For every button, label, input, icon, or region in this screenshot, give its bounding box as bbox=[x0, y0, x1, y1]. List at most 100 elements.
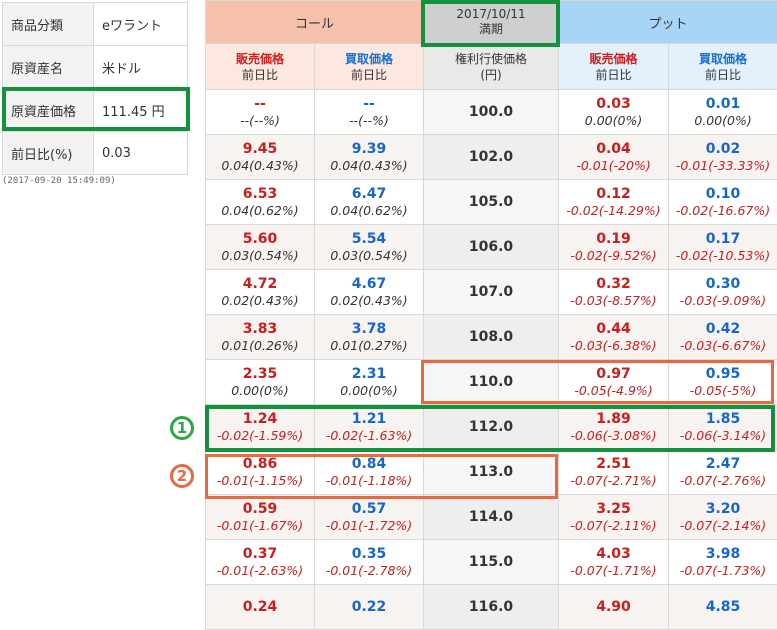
table-row: 3.830.01(0.26%)3.780.01(0.27%)108.00.44-… bbox=[206, 315, 777, 360]
strike-price-header: 権利行使価格 (円) bbox=[424, 44, 559, 90]
price-value: 0.22 bbox=[315, 599, 423, 616]
put-sell-cell: 3.25-0.07(-2.11%) bbox=[559, 495, 669, 540]
call-sell-cell: 4.720.02(0.43%) bbox=[206, 270, 315, 315]
change-value: -0.01(-33.33%) bbox=[669, 158, 777, 174]
price-value: 0.59 bbox=[206, 501, 314, 518]
price-value: 3.78 bbox=[315, 321, 423, 338]
change-value: -0.03(-8.57%) bbox=[559, 293, 668, 309]
change-value: -0.01(-1.67%) bbox=[206, 518, 314, 534]
call-buy-cell: 2.310.00(0%) bbox=[315, 360, 424, 405]
call-sell-cell: 3.830.01(0.26%) bbox=[206, 315, 315, 360]
change-value: 0.03(0.54%) bbox=[315, 248, 423, 264]
call-buy-cell: 5.540.03(0.54%) bbox=[315, 225, 424, 270]
update-timestamp: (2017-09-20 15:49:09) bbox=[2, 176, 116, 186]
price-value: 4.03 bbox=[559, 546, 668, 563]
change-value: 0.04(0.43%) bbox=[206, 158, 314, 174]
change-value: -0.03(-9.09%) bbox=[669, 293, 777, 309]
put-buy-cell: 0.17-0.02(-10.53%) bbox=[669, 225, 777, 270]
call-sell-cell: 2.350.00(0%) bbox=[206, 360, 315, 405]
price-value: 0.30 bbox=[669, 276, 777, 293]
strike-cell: 116.0 bbox=[424, 585, 559, 630]
info-row-prev-day-change: 前日比(%) 0.03 bbox=[3, 132, 188, 175]
table-row: 4.720.02(0.43%)4.670.02(0.43%)107.00.32-… bbox=[206, 270, 777, 315]
strike-cell: 106.0 bbox=[424, 225, 559, 270]
table-row: 0.37-0.01(-2.63%)0.35-0.01(-2.78%)115.04… bbox=[206, 540, 777, 585]
call-buy-cell: 0.57-0.01(-1.72%) bbox=[315, 495, 424, 540]
price-value: 0.03 bbox=[559, 96, 668, 113]
change-value: 0.00(0%) bbox=[559, 113, 668, 129]
atm-row-highlight bbox=[421, 360, 774, 404]
put-buy-cell: 2.47-0.07(-2.76%) bbox=[669, 450, 777, 495]
change-value: 0.03(0.54%) bbox=[206, 248, 314, 264]
change-value: -0.02(-16.67%) bbox=[669, 203, 777, 219]
call-buy-price-header: 買取価格 前日比 bbox=[315, 44, 424, 90]
sell-price-label: 販売価格 bbox=[559, 51, 668, 67]
call-sell-cell: 0.24 bbox=[206, 585, 315, 630]
marker-1-icon: 1 bbox=[170, 416, 194, 440]
table-row: ----(--%)----(--%) 100.00.030.00(0%)0.010… bbox=[206, 90, 777, 135]
price-value: 2.31 bbox=[315, 366, 423, 383]
buy-price-label: 買取価格 bbox=[669, 51, 777, 67]
change-value: 0.00(0%) bbox=[669, 113, 777, 129]
change-value: -0.03(-6.67%) bbox=[669, 338, 777, 354]
change-value: -0.03(-6.38%) bbox=[559, 338, 668, 354]
change-value: 0.04(0.43%) bbox=[315, 158, 423, 174]
price-value: 0.24 bbox=[206, 599, 314, 616]
prev-day-label: 前日比 bbox=[559, 67, 668, 83]
strike-unit: (円) bbox=[424, 67, 558, 83]
price-value: -- bbox=[315, 96, 423, 113]
put-buy-cell: 0.02-0.01(-33.33%) bbox=[669, 135, 777, 180]
change-value: --(--%) bbox=[206, 113, 314, 129]
call-buy-cell: 3.780.01(0.27%) bbox=[315, 315, 424, 360]
call-sell-cell: ----(--%) bbox=[206, 90, 315, 135]
put-buy-cell: 0.010.00(0%) bbox=[669, 90, 777, 135]
info-value: eワラント bbox=[94, 3, 188, 46]
call-sell-price-header: 販売価格 前日比 bbox=[206, 44, 315, 90]
change-value: -0.07(-2.71%) bbox=[559, 473, 668, 489]
change-value: -0.01(-2.63%) bbox=[206, 563, 314, 579]
strike-cell: 100.0 bbox=[424, 90, 559, 135]
change-value: -0.01(-2.78%) bbox=[315, 563, 423, 579]
row-112-highlight bbox=[205, 405, 775, 452]
call-sell-cell: 9.450.04(0.43%) bbox=[206, 135, 315, 180]
price-value: 4.90 bbox=[559, 599, 668, 616]
price-value: 4.85 bbox=[669, 599, 777, 616]
price-value: 6.47 bbox=[315, 186, 423, 203]
prev-day-label: 前日比 bbox=[315, 67, 423, 83]
maturity-highlight bbox=[421, 0, 560, 47]
call-buy-cell: 4.670.02(0.43%) bbox=[315, 270, 424, 315]
change-value: -0.07(-2.76%) bbox=[669, 473, 777, 489]
call-buy-cell: 0.22 bbox=[315, 585, 424, 630]
put-sell-cell: 4.03-0.07(-1.71%) bbox=[559, 540, 669, 585]
price-value: 4.67 bbox=[315, 276, 423, 293]
change-value: 0.00(0%) bbox=[206, 383, 314, 399]
strike-cell: 105.0 bbox=[424, 180, 559, 225]
table-row: 9.450.04(0.43%)9.390.04(0.43%)102.00.04-… bbox=[206, 135, 777, 180]
warrant-price-table: コール 2017/10/11 満期 プット 販売価格 前日比 買取価格 前日比 … bbox=[205, 0, 777, 630]
table-row: 5.600.03(0.54%)5.540.03(0.54%)106.00.19-… bbox=[206, 225, 777, 270]
info-row-product-type: 商品分類 eワラント bbox=[3, 3, 188, 46]
put-buy-cell: 3.20-0.07(-2.14%) bbox=[669, 495, 777, 540]
change-value: -0.01(-1.72%) bbox=[315, 518, 423, 534]
put-buy-cell: 0.10-0.02(-16.67%) bbox=[669, 180, 777, 225]
put-buy-cell: 0.42-0.03(-6.67%) bbox=[669, 315, 777, 360]
call-header: コール bbox=[206, 1, 424, 44]
change-value: -0.02(-9.52%) bbox=[559, 248, 668, 264]
strike-cell: 114.0 bbox=[424, 495, 559, 540]
change-value: 0.04(0.62%) bbox=[206, 203, 314, 219]
price-value: 2.51 bbox=[559, 456, 668, 473]
put-sell-cell: 0.32-0.03(-8.57%) bbox=[559, 270, 669, 315]
change-value: 0.02(0.43%) bbox=[315, 293, 423, 309]
price-value: 6.53 bbox=[206, 186, 314, 203]
call-sell-cell: 6.530.04(0.62%) bbox=[206, 180, 315, 225]
table-row: 0.240.22116.04.904.85 bbox=[206, 585, 777, 630]
strike-cell: 115.0 bbox=[424, 540, 559, 585]
price-value: 0.57 bbox=[315, 501, 423, 518]
price-value: 3.98 bbox=[669, 546, 777, 563]
put-buy-cell: 0.30-0.03(-9.09%) bbox=[669, 270, 777, 315]
change-value: -0.02(-14.29%) bbox=[559, 203, 668, 219]
price-value: 0.19 bbox=[559, 231, 668, 248]
price-value: 9.45 bbox=[206, 141, 314, 158]
table-row: 6.530.04(0.62%)6.470.04(0.62%)105.00.12-… bbox=[206, 180, 777, 225]
price-value: 9.39 bbox=[315, 141, 423, 158]
